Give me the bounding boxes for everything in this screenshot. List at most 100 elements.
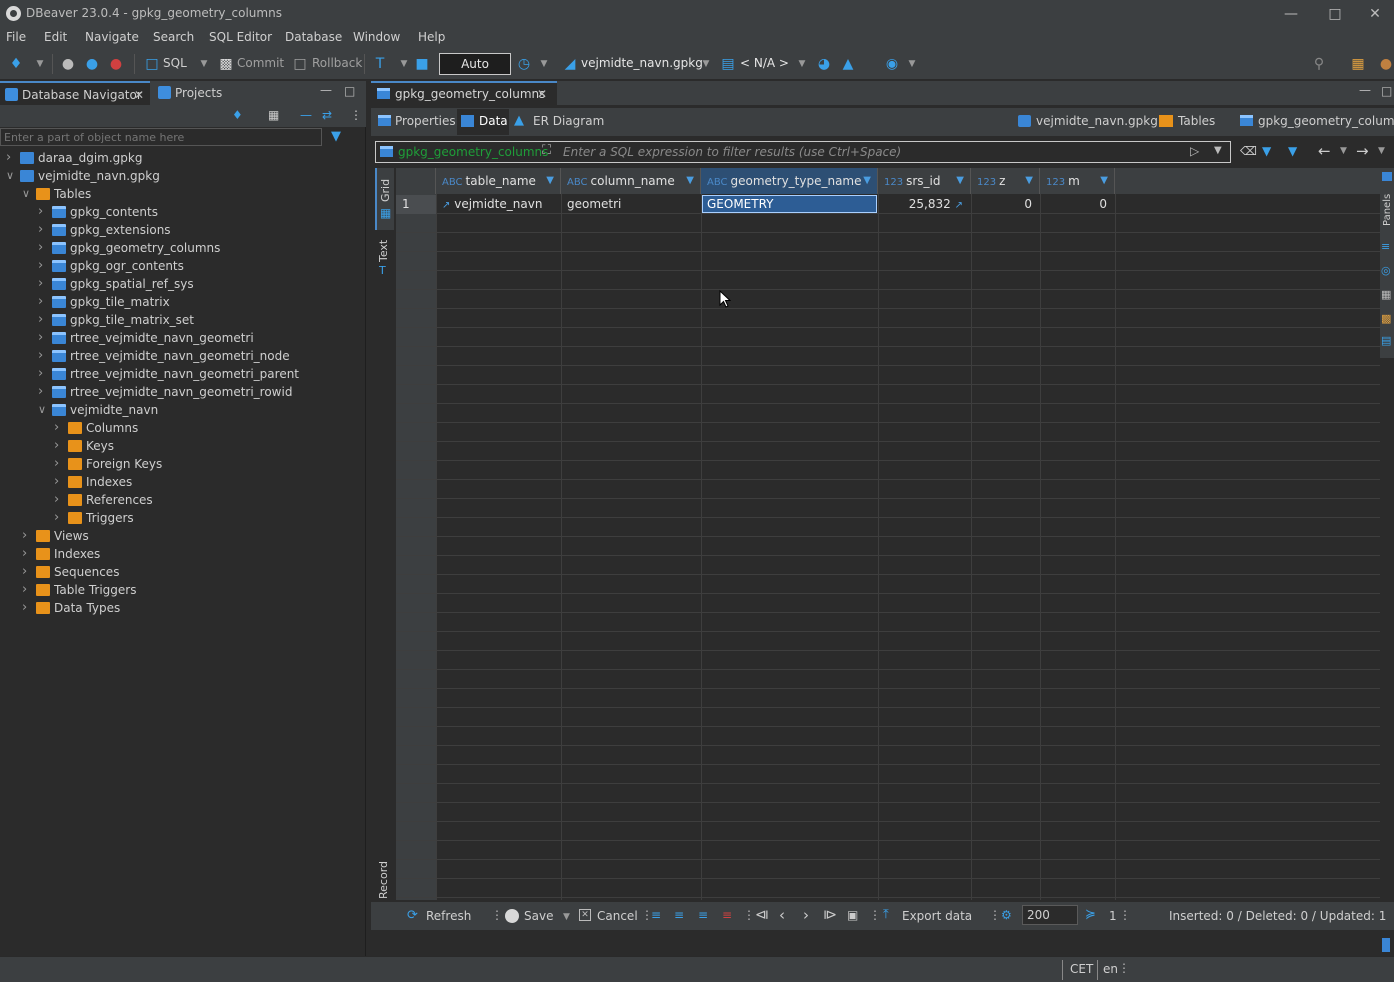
column-header-geometry-type-name[interactable]: ABC geometry_type_name ▼ <box>701 168 878 194</box>
filter-icon[interactable]: ▼ <box>331 129 341 144</box>
chevron-right-icon[interactable]: › <box>22 599 32 617</box>
column-header-table-name[interactable]: ABC table_name ▼ <box>436 168 561 194</box>
menu-database[interactable]: Database <box>285 30 342 44</box>
menu-search[interactable]: Search <box>153 30 194 44</box>
save-button[interactable]: Save <box>524 909 553 923</box>
sql-button[interactable]: SQL <box>163 56 187 70</box>
refresh-button[interactable]: Refresh <box>426 909 471 923</box>
chevron-right-icon[interactable]: › <box>54 509 64 527</box>
apply-filter-icon[interactable]: ▷ <box>1190 144 1199 158</box>
copy-row-icon[interactable]: ≡ <box>698 908 708 922</box>
chevron-right-icon[interactable]: › <box>38 383 48 401</box>
arrow-right-icon[interactable]: → <box>1356 142 1369 160</box>
value-viewer-icon[interactable]: ≡ <box>1381 240 1390 253</box>
perspective-icon[interactable]: ▦ <box>1350 56 1366 72</box>
chevron-down-icon[interactable]: ▼ <box>1378 146 1385 156</box>
filter-expression-input[interactable]: Enter a SQL expression to filter results… <box>563 145 901 159</box>
export-data-button[interactable]: Export data <box>902 909 972 923</box>
tab-properties[interactable]: Properties <box>395 114 456 128</box>
tasks-icon[interactable]: ▲ <box>840 56 856 72</box>
filter-icon[interactable]: ▼ <box>1288 144 1297 158</box>
fetch-all-icon[interactable]: ▣ <box>847 908 858 922</box>
chevron-right-icon[interactable]: › <box>54 455 64 473</box>
chevron-right-icon[interactable]: › <box>54 437 64 455</box>
chevron-right-icon[interactable]: › <box>22 563 32 581</box>
column-filter-icon[interactable]: ▼ <box>956 168 964 194</box>
tab-database-navigator[interactable]: Database Navigator ✕ <box>0 81 150 105</box>
history-icon[interactable]: ◷ <box>516 56 532 72</box>
menu-sql-editor[interactable]: SQL Editor <box>209 30 272 44</box>
more-icon[interactable]: ⋮ <box>1119 908 1131 922</box>
table-row-cell-column-name[interactable]: geometri <box>561 195 701 214</box>
chevron-down-icon[interactable]: ▼ <box>698 56 714 72</box>
fetch-count-icon[interactable]: ≽ <box>1085 907 1096 922</box>
new-folder-icon[interactable]: ▦ <box>268 108 279 122</box>
rollback-icon[interactable]: □ <box>292 56 308 72</box>
new-connection-icon[interactable]: ♦ <box>8 56 24 72</box>
breadcrumb-datasource[interactable]: vejmidte_navn.gpkg <box>1036 114 1158 128</box>
view-menu-icon[interactable]: ⋮ <box>350 108 362 122</box>
table-row-cell-table-name[interactable]: ↗ vejmidte_navn <box>436 195 561 214</box>
save-icon[interactable] <box>505 909 519 923</box>
breadcrumb-tables[interactable]: Tables <box>1178 114 1215 128</box>
editor-tab-gpkg-geometry-columns[interactable]: gpkg_geometry_columns ✕ <box>371 81 557 105</box>
chevron-down-icon[interactable]: ▼ <box>563 912 570 922</box>
commit-button[interactable]: Commit <box>237 56 284 70</box>
close-icon[interactable]: ✕ <box>134 83 144 107</box>
column-header-m[interactable]: 123 m ▼ <box>1040 168 1115 194</box>
chevron-right-icon[interactable]: › <box>54 419 64 437</box>
dashboard-icon[interactable]: ◕ <box>816 56 832 72</box>
minimize-panel-icon[interactable]: — <box>1359 83 1371 97</box>
chevron-right-icon[interactable]: › <box>38 275 48 293</box>
timezone-indicator[interactable]: CET <box>1070 962 1093 976</box>
results-grid[interactable]: ABC table_name ▼ ABC column_name ▼ ABC geom… <box>396 168 1380 900</box>
chevron-down-icon[interactable]: ▼ <box>794 56 810 72</box>
table-row-cell-m[interactable]: 0 <box>1040 195 1115 214</box>
navigator-filter-input[interactable] <box>0 128 322 146</box>
export-icon[interactable]: ⤒ <box>883 907 889 922</box>
eraser-icon[interactable]: ⌫ <box>1240 144 1257 158</box>
chevron-right-icon[interactable]: › <box>38 203 48 221</box>
table-row-cell-geometry-type-name[interactable]: GEOMETRY <box>702 195 877 213</box>
close-icon[interactable]: ✕ <box>537 83 547 105</box>
column-filter-icon[interactable]: ▼ <box>863 168 871 194</box>
fetch-size-input[interactable] <box>1022 905 1078 925</box>
commit-icon[interactable]: ▩ <box>218 56 234 72</box>
locale-indicator[interactable]: en <box>1103 962 1118 976</box>
side-tab-text[interactable]: Text T <box>375 234 394 284</box>
chevron-down-icon[interactable]: ▼ <box>32 56 48 72</box>
tab-data[interactable]: Data <box>479 114 508 128</box>
tab-projects[interactable]: Projects <box>153 81 243 105</box>
table-row-cell-srs-id[interactable]: 25,832 ↗ <box>878 195 971 214</box>
metadata-icon[interactable]: ◎ <box>1381 264 1391 277</box>
column-filter-icon[interactable]: ▼ <box>1025 168 1033 194</box>
settings-icon[interactable]: ⚙ <box>1001 908 1012 922</box>
add-row-icon[interactable]: ≡ <box>674 908 684 922</box>
connect-icon[interactable]: ● <box>60 56 76 72</box>
row-number-header[interactable] <box>396 168 436 194</box>
chevron-down-icon[interactable]: ∨ <box>38 401 48 419</box>
collapse-all-icon[interactable]: — <box>300 108 312 122</box>
more-icon[interactable]: ⋮ <box>869 908 881 922</box>
transaction-mode-icon[interactable]: T <box>372 56 388 72</box>
side-tab-grid[interactable]: Grid ▦ <box>375 168 394 230</box>
chevron-right-icon[interactable]: › <box>38 311 48 329</box>
breadcrumb-table[interactable]: gpkg_geometry_columns <box>1258 114 1394 128</box>
previous-page-icon[interactable]: ‹ <box>779 906 785 924</box>
chevron-right-icon[interactable]: › <box>38 347 48 365</box>
more-icon[interactable]: ⋮ <box>1118 961 1130 975</box>
maximize-panel-icon[interactable]: □ <box>1381 84 1392 98</box>
tab-er-diagram[interactable]: ER Diagram <box>533 114 604 128</box>
new-connection-icon[interactable]: ♦ <box>232 108 243 122</box>
column-filter-icon[interactable]: ▼ <box>1100 168 1108 194</box>
chevron-right-icon[interactable]: › <box>38 329 48 347</box>
chevron-down-icon[interactable]: ▼ <box>904 56 920 72</box>
delete-row-icon[interactable]: ≡ <box>722 908 732 922</box>
refresh-icon[interactable]: ⟳ <box>407 908 418 923</box>
chevron-right-icon[interactable]: › <box>38 293 48 311</box>
filter-history-icon[interactable]: ▼ <box>1214 145 1222 156</box>
edit-cell-icon[interactable]: ≡ <box>651 908 661 922</box>
chevron-right-icon[interactable]: › <box>6 149 16 167</box>
results-filter-bar[interactable]: gpkg_geometry_columns ⛶ Enter a SQL expr… <box>375 141 1231 163</box>
chevron-right-icon[interactable]: › <box>22 581 32 599</box>
